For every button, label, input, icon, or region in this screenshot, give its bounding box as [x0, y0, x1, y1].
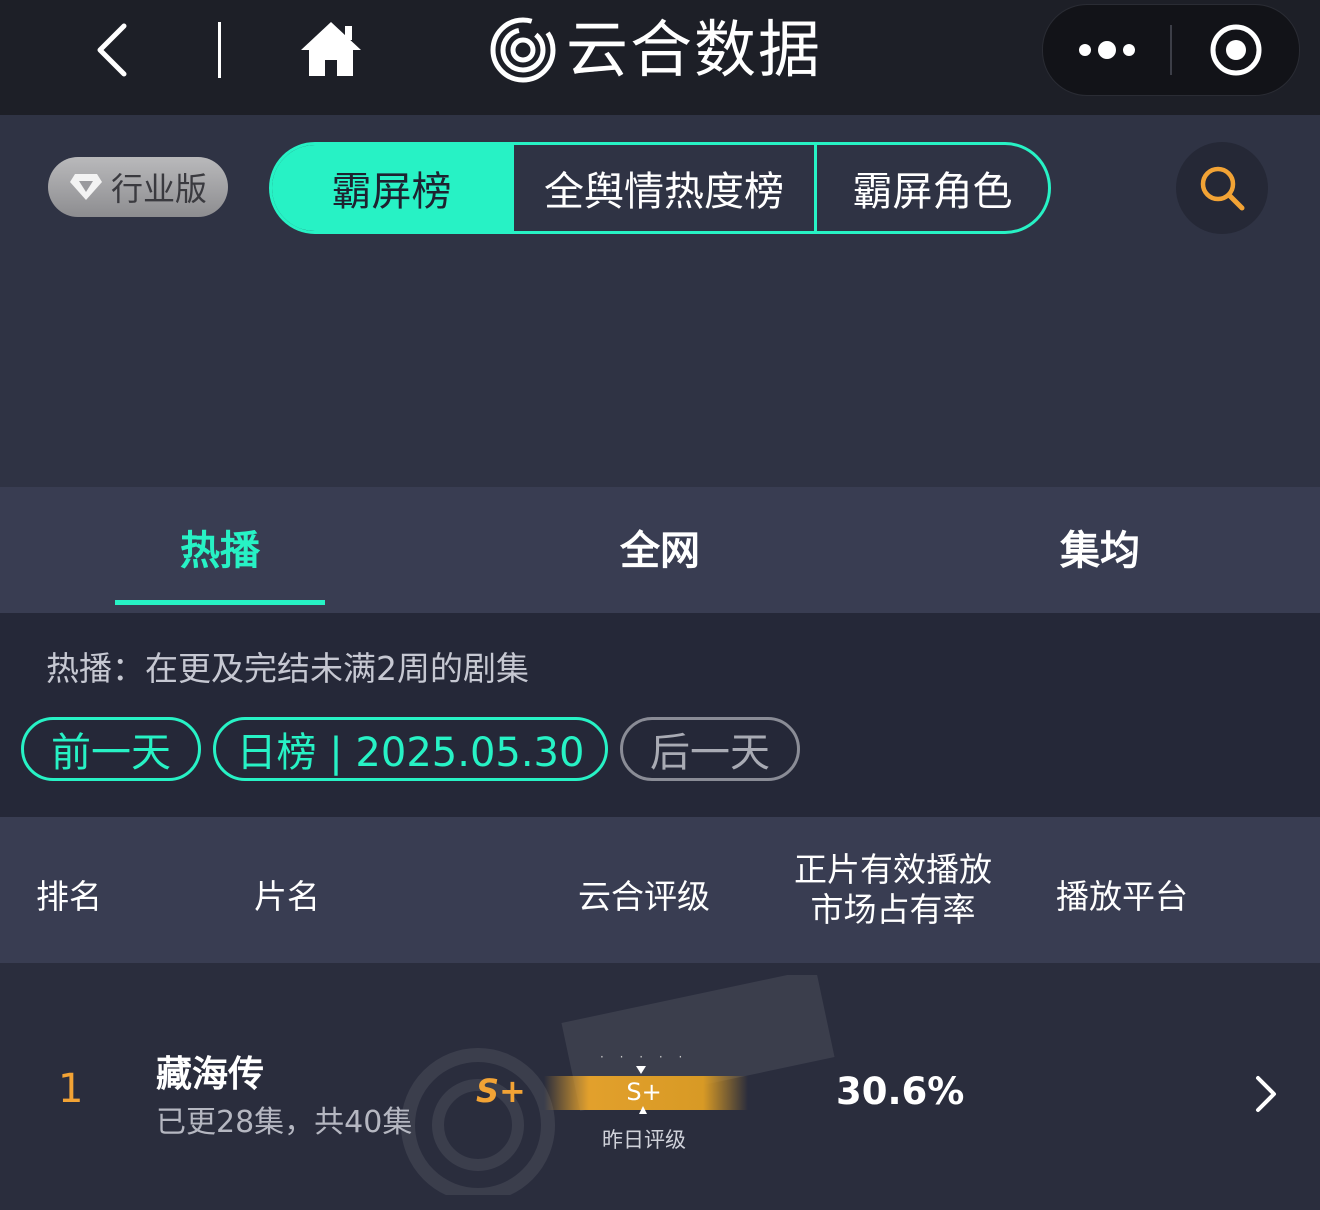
row-title: 藏海传: [156, 1054, 265, 1095]
back-button[interactable]: [88, 20, 136, 80]
app-title: 云合数据: [566, 13, 823, 86]
row-market-share: 30.6%: [836, 1070, 965, 1113]
chevron-right-icon[interactable]: [1250, 1074, 1280, 1114]
date-selector[interactable]: 日榜 | 2025.05.30: [213, 717, 608, 781]
column-market-share-line2: 市场占有率: [810, 890, 976, 929]
column-market-share-line1: 正片有效播放: [794, 850, 992, 889]
home-button[interactable]: [296, 18, 366, 80]
edition-label: 行业版: [110, 170, 207, 208]
nav-divider: [218, 22, 221, 78]
column-title: 片名: [254, 877, 320, 916]
row-episodes: 已更28集，共40集: [156, 1105, 413, 1140]
brand: 云合数据: [490, 10, 822, 90]
segment-bapingjuese[interactable]: 霸屏角色: [817, 145, 1048, 231]
edition-badge[interactable]: 行业版: [48, 157, 228, 217]
home-icon: [301, 22, 361, 76]
yesterday-grade: S+: [626, 1078, 662, 1106]
capsule-divider: [1170, 25, 1172, 75]
row-grade: S+: [476, 1072, 526, 1110]
search-icon: [1200, 166, 1245, 211]
grade-marker-top: [636, 1066, 646, 1074]
tab-hot[interactable]: 热播: [110, 487, 330, 607]
yesterday-grade-caption: 昨日评级: [602, 1128, 686, 1152]
tab-per-episode[interactable]: 集均: [990, 487, 1210, 607]
yunhe-logo-icon: [490, 17, 556, 83]
column-market-share: 正片有效播放 市场占有率: [790, 850, 996, 930]
prev-day-button[interactable]: 前一天: [21, 717, 201, 781]
column-grade: 云合评级: [578, 877, 710, 916]
active-tab-indicator: [115, 600, 325, 605]
sub-tabs: 热播 全网 集均: [0, 487, 1320, 613]
close-miniprogram-button[interactable]: [1173, 5, 1299, 95]
ranking-segmented-control: 霸屏榜 全舆情热度榜 霸屏角色: [269, 142, 1051, 234]
segment-quanyuqing[interactable]: 全舆情热度榜: [511, 145, 817, 231]
more-dots-icon: [1079, 41, 1135, 59]
column-platform: 播放平台: [1056, 877, 1188, 916]
grade-dots: · · · · ·: [600, 1050, 689, 1064]
chevron-left-icon: [97, 23, 127, 77]
grade-marker-bottom: [639, 1106, 647, 1114]
tab-all-network[interactable]: 全网: [550, 487, 770, 607]
miniprogram-capsule: [1042, 4, 1300, 96]
segment-bapingbang[interactable]: 霸屏榜: [272, 145, 511, 231]
target-circle-icon: [1210, 24, 1262, 76]
column-rank: 排名: [36, 877, 102, 916]
diamond-icon: [69, 174, 102, 200]
ranking-description: 热播：在更及完结未满2周的剧集: [46, 649, 529, 688]
row-rank: 1: [58, 1066, 84, 1112]
top-navigation-bar: 云合数据: [0, 0, 1320, 115]
next-day-button[interactable]: 后一天: [620, 717, 800, 781]
search-button[interactable]: [1176, 142, 1268, 234]
more-button[interactable]: [1043, 5, 1171, 95]
